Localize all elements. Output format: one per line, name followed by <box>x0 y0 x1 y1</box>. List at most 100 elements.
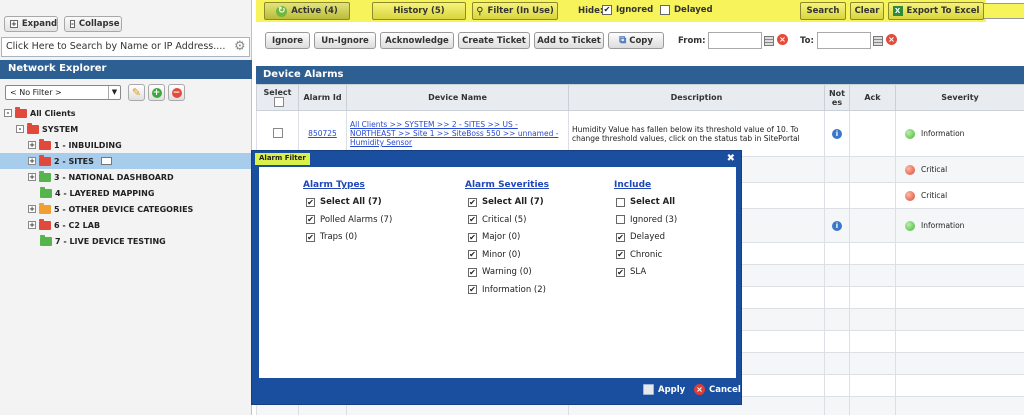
info-icon[interactable]: i <box>832 128 842 139</box>
info-icon[interactable]: i <box>832 220 842 231</box>
hide-delayed-checkbox[interactable]: Delayed <box>660 5 713 15</box>
cancel-icon: × <box>694 384 705 395</box>
cancel-button[interactable]: × Cancel <box>694 384 741 395</box>
filter-option-checkbox[interactable]: ✔ Information (2) <box>468 285 546 295</box>
collapse-node-icon[interactable]: - <box>4 109 12 117</box>
column-header-description[interactable]: Description <box>568 84 825 111</box>
filter-option-checkbox[interactable]: ✔ Select All (7) <box>306 197 382 207</box>
active-label: Active (4) <box>291 6 338 16</box>
apply-button[interactable]: Apply <box>643 384 685 395</box>
filter-option-checkbox[interactable]: ✔ Chronic <box>616 250 662 260</box>
filter-button[interactable]: ⚲ Filter (In Use) <box>472 2 558 20</box>
gear-icon[interactable]: ⚙ <box>234 39 249 54</box>
expand-label: Expand <box>21 19 58 29</box>
clear-button[interactable]: Clear <box>850 2 884 20</box>
tree-item[interactable]: +5 - OTHER DEVICE CATEGORIES <box>28 201 193 217</box>
from-date-input[interactable] <box>708 32 762 49</box>
minus-icon: - <box>70 20 75 28</box>
filter-option-checkbox[interactable]: ✔ SLA <box>616 267 646 277</box>
column-header-notes[interactable]: Not es <box>824 84 850 111</box>
column-header-device-name[interactable]: Device Name <box>346 84 569 111</box>
history-button[interactable]: History (5) <box>372 2 466 20</box>
ignore-button[interactable]: Ignore <box>265 32 310 49</box>
create-ticket-button[interactable]: Create Ticket <box>458 32 530 49</box>
filter-option-label: Ignored (3) <box>630 214 678 225</box>
to-date-input[interactable] <box>817 32 871 49</box>
column-header-alarm-id[interactable]: Alarm Id <box>298 84 347 111</box>
expand-node-icon[interactable]: + <box>28 205 36 213</box>
filter-option-checkbox[interactable]: ✔ Select All (7) <box>468 197 544 207</box>
unignore-button[interactable]: Un-Ignore <box>314 32 376 49</box>
add-filter-button[interactable]: + <box>148 84 165 101</box>
filter-option-label: Select All (7) <box>482 197 544 207</box>
expand-node-icon[interactable]: + <box>28 173 36 181</box>
clear-from-date-icon[interactable]: × <box>777 34 788 45</box>
filter-option-checkbox[interactable]: Select All <box>616 197 675 207</box>
calendar-icon[interactable] <box>764 36 774 46</box>
expand-node-icon[interactable]: + <box>28 141 36 149</box>
hide-ignored-checkbox[interactable]: ✔ Ignored <box>602 5 653 15</box>
empty-cell <box>849 374 896 397</box>
filter-option-checkbox[interactable]: ✔ Minor (0) <box>468 250 521 260</box>
column-header-severity[interactable]: Severity <box>895 84 1024 111</box>
empty-checkbox-icon <box>660 5 670 15</box>
close-icon[interactable]: ✖ <box>727 153 735 164</box>
filter-option-checkbox[interactable]: ✔ Warning (0) <box>468 267 532 277</box>
tree-item[interactable]: +3 - NATIONAL DASHBOARD <box>28 169 174 185</box>
filter-option-checkbox[interactable]: ✔ Delayed <box>616 232 665 242</box>
copy-button[interactable]: ⧉ Copy <box>608 32 664 49</box>
collapse-node-icon[interactable]: - <box>16 125 24 133</box>
expand-node-icon[interactable]: + <box>28 221 36 229</box>
alarm-id-link[interactable]: 850725 <box>308 129 337 138</box>
menu-icon[interactable] <box>100 157 112 165</box>
severity-label: Information <box>921 129 965 138</box>
severity-cell: Information <box>895 208 1024 243</box>
add-to-ticket-button[interactable]: Add to Ticket <box>534 32 604 49</box>
filter-option-checkbox[interactable]: Ignored (3) <box>616 215 677 225</box>
empty-cell <box>824 242 850 265</box>
empty-cell <box>849 242 896 265</box>
checkmark-icon: ✔ <box>306 215 315 224</box>
filter-option-checkbox[interactable]: ✔ Critical (5) <box>468 215 526 225</box>
empty-checkbox-icon <box>616 197 625 207</box>
add-icon: + <box>151 87 162 98</box>
left-panel: + Expand - Collapse Click Here to Search… <box>0 0 252 415</box>
empty-cell <box>849 308 896 331</box>
tree-item[interactable]: +1 - INBUILDING <box>28 137 122 153</box>
collapse-button[interactable]: - Collapse <box>64 16 122 32</box>
select-all-checkbox[interactable] <box>274 97 284 107</box>
alarm-severities-heading: Alarm Severities <box>465 180 550 190</box>
checkmark-icon: ✔ <box>468 215 477 224</box>
include-heading: Include <box>614 180 652 190</box>
pencil-icon: ✎ <box>131 86 142 99</box>
row-checkbox[interactable] <box>272 127 283 138</box>
active-button[interactable]: ↻ Active (4) <box>264 2 350 20</box>
status-dot-icon <box>905 164 915 175</box>
export-button[interactable]: X Export To Excel <box>888 2 984 20</box>
expand-node-icon[interactable]: + <box>28 157 36 165</box>
alarm-search-input[interactable] <box>982 3 1024 19</box>
acknowledge-button[interactable]: Acknowledge <box>380 32 454 49</box>
tree-item[interactable]: 4 - LAYERED MAPPING <box>40 185 154 201</box>
tree-item[interactable]: 7 - LIVE DEVICE TESTING <box>40 233 166 249</box>
alarm-filter-dialog: Alarm Filter ✖ Alarm Types Alarm Severit… <box>251 150 742 405</box>
calendar-icon[interactable] <box>873 36 883 46</box>
tree-item[interactable]: +2 - SITES <box>28 153 112 169</box>
filter-option-checkbox[interactable]: ✔ Traps (0) <box>306 232 357 242</box>
search-input[interactable]: Click Here to Search by Name or IP Addre… <box>1 37 250 57</box>
folder-icon <box>40 186 52 198</box>
edit-filter-button[interactable]: ✎ <box>128 84 145 101</box>
column-header-ack[interactable]: Ack <box>849 84 896 111</box>
filter-option-checkbox[interactable]: ✔ Polled Alarms (7) <box>306 215 392 225</box>
tree-item[interactable]: +6 - C2 LAB <box>28 217 100 233</box>
filter-select[interactable]: < No Filter > ▼ <box>5 85 121 100</box>
checkmark-icon: ✔ <box>468 267 477 277</box>
clear-to-date-icon[interactable]: × <box>886 34 897 45</box>
tree-item[interactable]: - SYSTEM <box>16 121 78 137</box>
remove-filter-button[interactable]: − <box>168 84 185 101</box>
tree-item[interactable]: - All Clients <box>4 105 76 121</box>
device-name-link[interactable]: All Clients >> SYSTEM >> 2 - SITES >> US… <box>350 120 558 147</box>
search-button[interactable]: Search <box>800 2 846 20</box>
expand-button[interactable]: + Expand <box>4 16 58 32</box>
filter-option-checkbox[interactable]: ✔ Major (0) <box>468 232 520 242</box>
